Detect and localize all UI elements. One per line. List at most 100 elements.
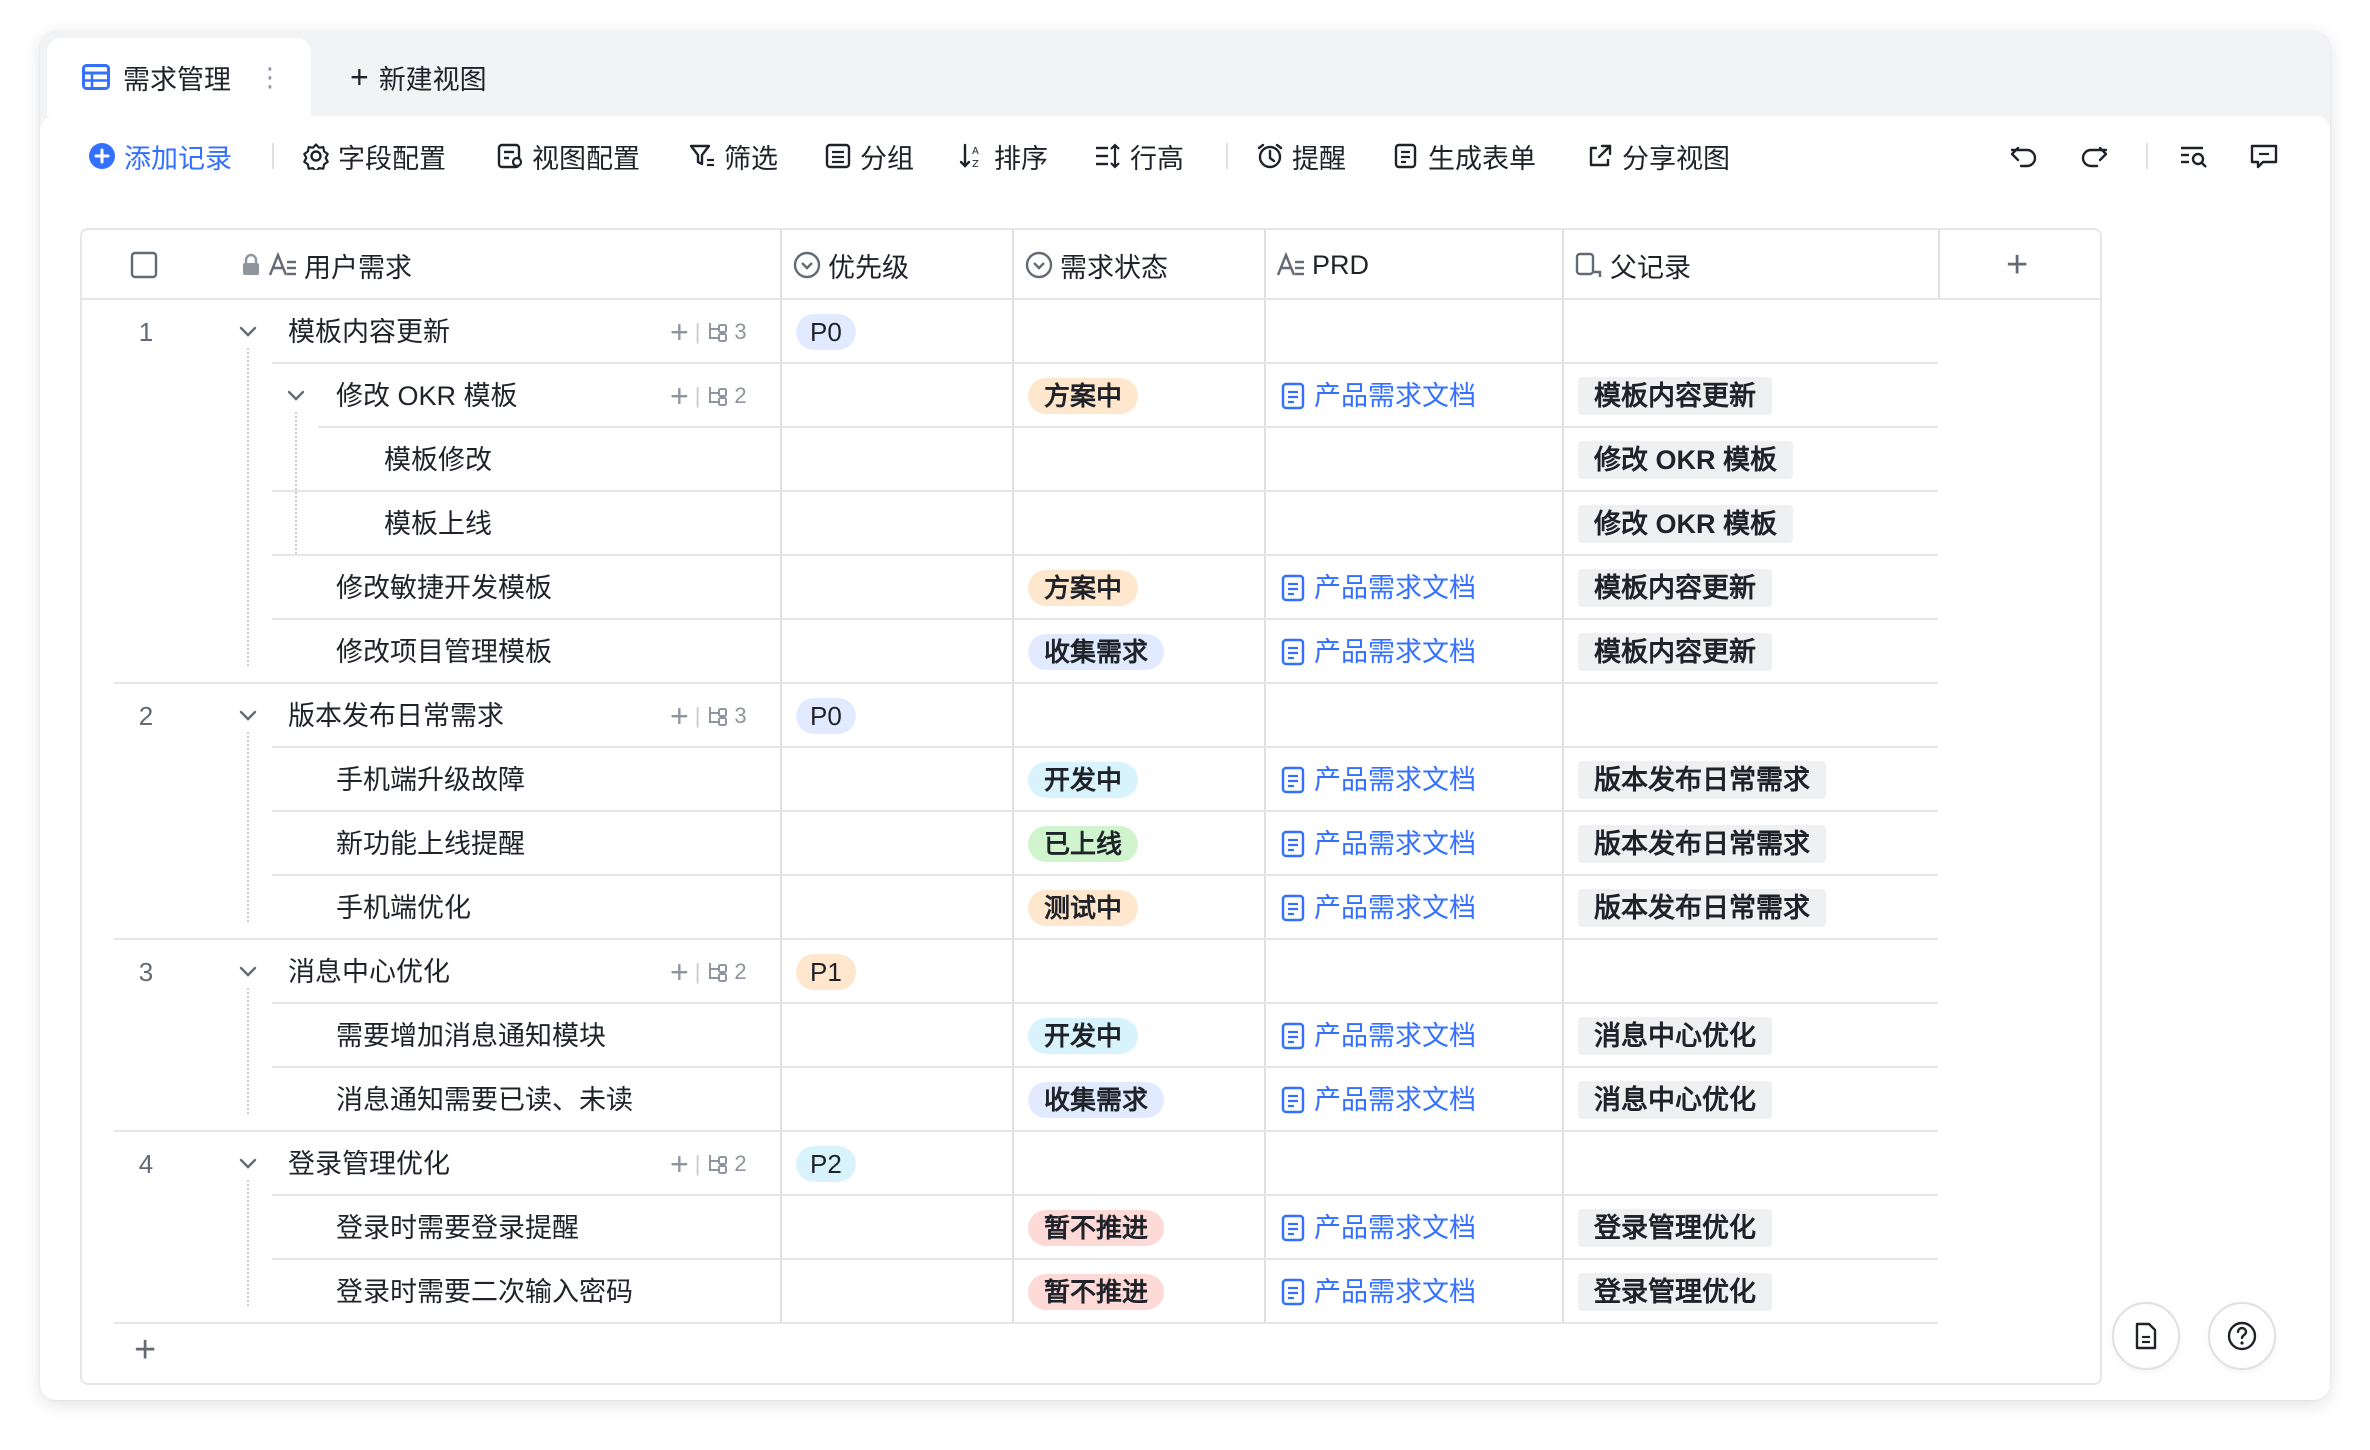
parent-record-tag[interactable]: 模板内容更新 bbox=[1578, 633, 1772, 671]
field-config-button[interactable]: 字段配置 bbox=[302, 116, 446, 196]
row-height-button[interactable]: 行高 bbox=[1094, 116, 1184, 196]
sort-button[interactable]: AZ 排序 bbox=[958, 116, 1048, 196]
add-child-icon[interactable]: + bbox=[670, 956, 689, 988]
prd-link-text: 产品需求文档 bbox=[1314, 1085, 1476, 1115]
sub-record-name[interactable]: 修改 OKR 模板 bbox=[336, 380, 518, 412]
subtree-icon bbox=[709, 387, 728, 406]
table-icon bbox=[81, 62, 111, 92]
subtree-icon bbox=[709, 1155, 728, 1174]
parent-record-tag[interactable]: 模板内容更新 bbox=[1578, 569, 1772, 607]
prd-link[interactable]: 产品需求文档 bbox=[1280, 764, 1476, 796]
row-tools[interactable]: + | 3 bbox=[670, 700, 747, 732]
record-name[interactable]: 消息中心优化 bbox=[288, 956, 450, 988]
prd-link[interactable]: 产品需求文档 bbox=[1280, 1084, 1476, 1116]
record-name[interactable]: 登录管理优化 bbox=[288, 1148, 450, 1180]
status-tag: 测试中 bbox=[1028, 890, 1139, 926]
sub-record-name[interactable]: 消息通知需要已读、未读 bbox=[336, 1084, 633, 1116]
add-row-button[interactable]: + bbox=[134, 1331, 156, 1369]
add-child-icon[interactable]: + bbox=[670, 316, 689, 348]
row-tools[interactable]: + | 2 bbox=[670, 1148, 747, 1180]
svg-text:A: A bbox=[972, 146, 979, 157]
row-tools[interactable]: + | 2 bbox=[670, 956, 747, 988]
sub-record-name[interactable]: 手机端升级故障 bbox=[336, 764, 525, 796]
divider: | bbox=[694, 703, 701, 728]
sub-record-name[interactable]: 模板修改 bbox=[384, 444, 492, 476]
prd-link[interactable]: 产品需求文档 bbox=[1280, 636, 1476, 668]
sub-record-name[interactable]: 模板上线 bbox=[384, 508, 492, 540]
tab-more-icon[interactable]: ⋮ bbox=[257, 62, 283, 93]
sub-record-name[interactable]: 修改项目管理模板 bbox=[336, 636, 552, 668]
sub-record-name[interactable]: 需要增加消息通知模块 bbox=[336, 1020, 606, 1052]
add-child-icon[interactable]: + bbox=[670, 1148, 689, 1180]
add-record-button[interactable]: 添加记录 bbox=[88, 116, 232, 196]
status-tag: 已上线 bbox=[1028, 826, 1139, 862]
prd-link[interactable]: 产品需求文档 bbox=[1280, 1020, 1476, 1052]
gear-icon bbox=[303, 143, 329, 170]
prd-link[interactable]: 产品需求文档 bbox=[1280, 1276, 1476, 1308]
sub-record-name[interactable]: 修改敏捷开发模板 bbox=[336, 572, 552, 604]
chevron-down-icon[interactable] bbox=[238, 962, 258, 982]
chevron-down-icon[interactable] bbox=[238, 706, 258, 726]
column-header-prd[interactable]: PRD bbox=[1276, 230, 1369, 300]
filter-label: 筛选 bbox=[724, 143, 778, 174]
divider: | bbox=[694, 383, 701, 408]
document-button[interactable] bbox=[2112, 1302, 2180, 1370]
prd-link[interactable]: 产品需求文档 bbox=[1280, 380, 1476, 412]
sub-record-name[interactable]: 登录时需要登录提醒 bbox=[336, 1212, 579, 1244]
tab-requirements[interactable]: 需求管理 ⋮ bbox=[47, 38, 311, 116]
parent-record-tag[interactable]: 消息中心优化 bbox=[1578, 1081, 1772, 1119]
prd-link[interactable]: 产品需求文档 bbox=[1280, 828, 1476, 860]
row-number: 2 bbox=[138, 701, 154, 731]
parent-record-tag[interactable]: 版本发布日常需求 bbox=[1578, 761, 1826, 799]
column-header-priority[interactable]: 优先级 bbox=[792, 230, 909, 300]
parent-record-tag[interactable]: 修改 OKR 模板 bbox=[1578, 441, 1794, 479]
sub-record-name[interactable]: 手机端优化 bbox=[336, 892, 471, 924]
parent-record-tag[interactable]: 消息中心优化 bbox=[1578, 1017, 1772, 1055]
record-name[interactable]: 模板内容更新 bbox=[288, 316, 450, 348]
parent-record-tag[interactable]: 模板内容更新 bbox=[1578, 377, 1772, 415]
parent-record-tag[interactable]: 版本发布日常需求 bbox=[1578, 889, 1826, 927]
parent-record-tag[interactable]: 修改 OKR 模板 bbox=[1578, 505, 1794, 543]
undo-icon[interactable] bbox=[2006, 138, 2042, 174]
tree-guide-line bbox=[247, 732, 249, 922]
new-view-button[interactable]: + 新建视图 bbox=[350, 38, 487, 116]
search-records-icon[interactable] bbox=[2176, 138, 2212, 174]
doc-link-icon bbox=[1281, 1086, 1305, 1114]
parent-record-tag[interactable]: 版本发布日常需求 bbox=[1578, 825, 1826, 863]
comment-icon[interactable] bbox=[2246, 138, 2282, 174]
help-button[interactable] bbox=[2208, 1302, 2276, 1370]
prd-link[interactable]: 产品需求文档 bbox=[1280, 572, 1476, 604]
row-tools[interactable]: + | 3 bbox=[670, 316, 747, 348]
row-tools[interactable]: + | 2 bbox=[670, 380, 747, 412]
add-column-button[interactable]: + bbox=[2006, 230, 2028, 300]
prd-link-text: 产品需求文档 bbox=[1314, 829, 1476, 859]
prd-link[interactable]: 产品需求文档 bbox=[1280, 1212, 1476, 1244]
sub-record-name[interactable]: 新功能上线提醒 bbox=[336, 828, 525, 860]
add-child-icon[interactable]: + bbox=[670, 700, 689, 732]
reminder-button[interactable]: 提醒 bbox=[1256, 116, 1346, 196]
parent-record-tag[interactable]: 登录管理优化 bbox=[1578, 1273, 1772, 1311]
view-config-button[interactable]: 视图配置 bbox=[496, 116, 640, 196]
prd-link-text: 产品需求文档 bbox=[1314, 573, 1476, 603]
prd-link[interactable]: 产品需求文档 bbox=[1280, 892, 1476, 924]
table-row bbox=[272, 1002, 1938, 1004]
share-view-button[interactable]: 分享视图 bbox=[1586, 116, 1730, 196]
form-icon bbox=[1394, 143, 1417, 169]
generate-form-button[interactable]: 生成表单 bbox=[1392, 116, 1536, 196]
add-child-icon[interactable]: + bbox=[670, 380, 689, 412]
column-header-user-need[interactable]: 用户需求 bbox=[240, 230, 412, 300]
sub-record-name[interactable]: 登录时需要二次输入密码 bbox=[336, 1276, 633, 1308]
record-name[interactable]: 版本发布日常需求 bbox=[288, 700, 504, 732]
chevron-down-icon[interactable] bbox=[238, 322, 258, 342]
group-button[interactable]: 分组 bbox=[824, 116, 914, 196]
column-header-parent[interactable]: 父记录 bbox=[1574, 230, 1691, 300]
parent-record-tag[interactable]: 登录管理优化 bbox=[1578, 1209, 1772, 1247]
select-all-checkbox[interactable] bbox=[130, 230, 164, 300]
doc-link-icon bbox=[1281, 382, 1305, 410]
chevron-down-icon[interactable] bbox=[286, 386, 306, 406]
chevron-down-icon[interactable] bbox=[238, 1154, 258, 1174]
filter-button[interactable]: 筛选 bbox=[688, 116, 778, 196]
column-header-status[interactable]: 需求状态 bbox=[1024, 230, 1168, 300]
redo-icon[interactable] bbox=[2076, 138, 2112, 174]
column-label: 父记录 bbox=[1610, 252, 1691, 283]
